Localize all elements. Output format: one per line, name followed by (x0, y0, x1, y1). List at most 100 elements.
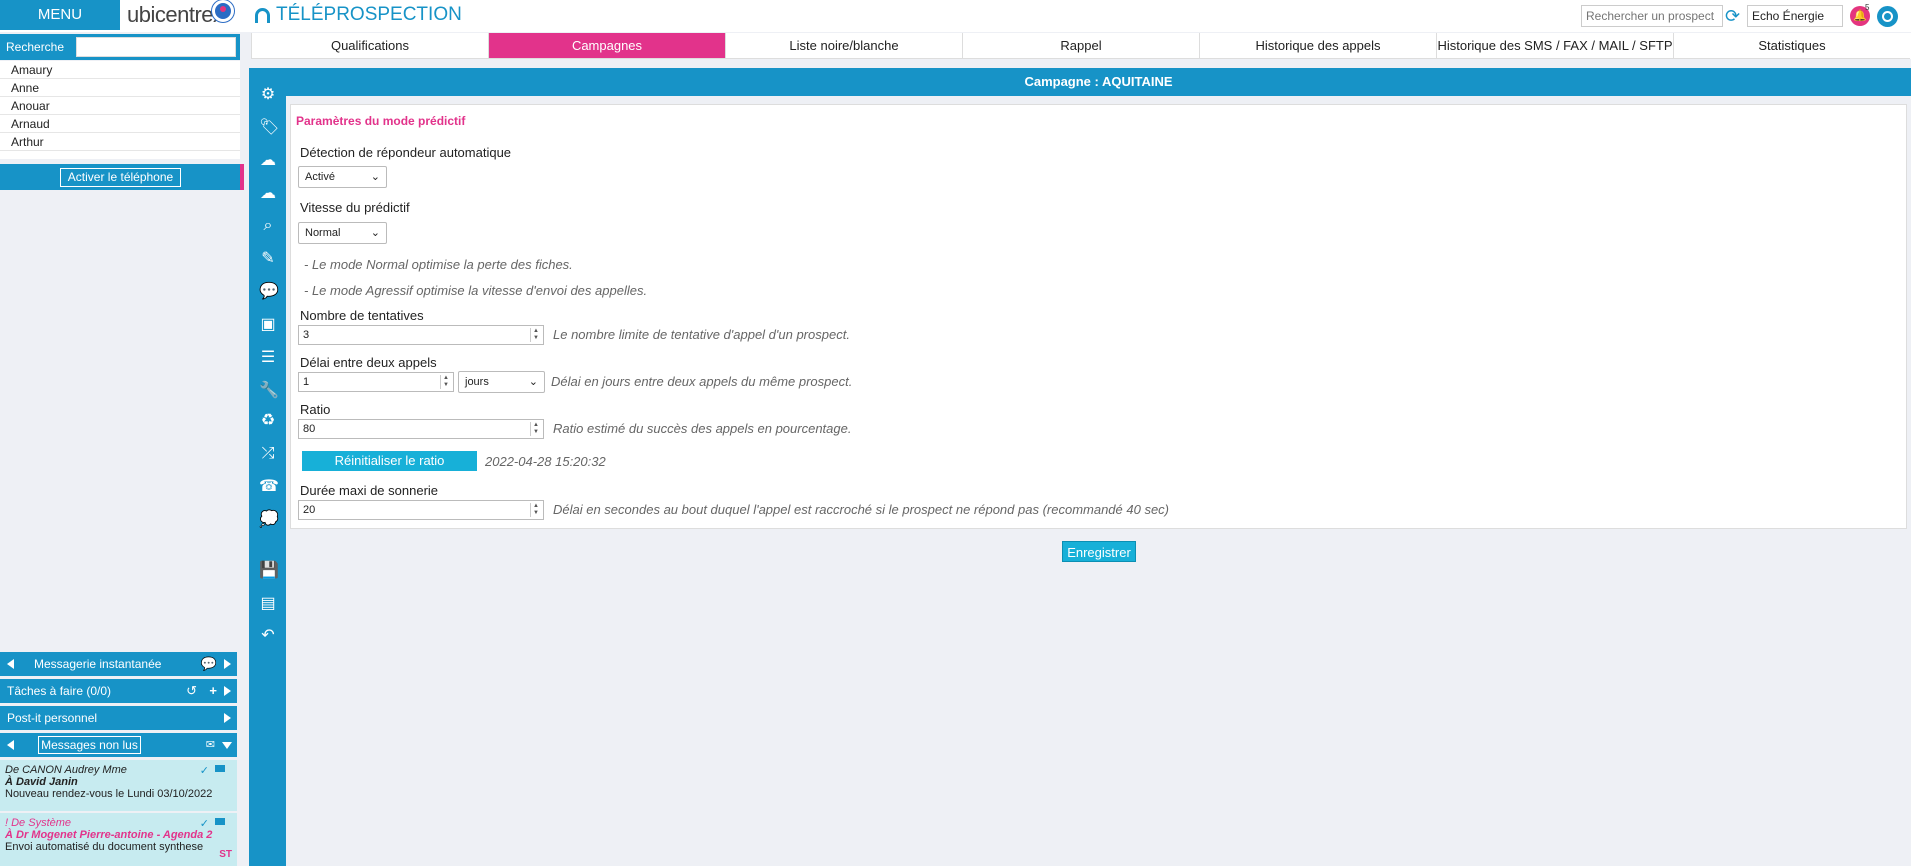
tab-historique-appels[interactable]: Historique des appels (1199, 33, 1436, 59)
history-icon[interactable]: ↺ (186, 683, 197, 699)
stepper-icon[interactable]: ▲ ▼ (530, 328, 541, 342)
recycle-icon[interactable]: ♻ (259, 412, 277, 430)
contact-card-icon[interactable]: ▣ (259, 316, 277, 334)
refresh-icon[interactable]: ⟳ (1725, 7, 1743, 25)
top-bar: MENU GÉNÉRAL ubicentrex TÉLÉPROSPECTION … (0, 0, 1911, 53)
answering-machine-select[interactable]: Activé ⌄ (298, 166, 387, 188)
save-icon[interactable]: 💾 (259, 562, 279, 580)
delay-hint: Délai en jours entre deux appels du même… (551, 374, 853, 389)
collapse-left-icon[interactable] (7, 659, 14, 669)
wrench-icon[interactable]: 🔧 (259, 382, 279, 400)
speech-bubble-icon[interactable]: 💭 (259, 511, 279, 529)
unread-messages-button[interactable]: Messages non lus (38, 736, 141, 754)
phone-icon[interactable]: ☎ (259, 478, 279, 496)
menu-general-button[interactable]: MENU GÉNÉRAL (0, 0, 120, 53)
chevron-down-icon: ⌄ (370, 227, 380, 239)
cloud-download-icon[interactable]: ☁ (259, 152, 277, 170)
contact-list: Amaury Anne Anouar Arnaud Arthur (0, 61, 240, 159)
archive-icon[interactable]: ▤ (259, 595, 277, 613)
tab-rappel[interactable]: Rappel (962, 33, 1199, 59)
logo-mark-icon (212, 0, 234, 22)
expand-right-icon[interactable] (224, 659, 231, 669)
logo: ubicentrex (127, 2, 224, 27)
envelope-icon[interactable] (215, 818, 225, 825)
shuffle-icon[interactable]: ⤮ (259, 445, 277, 463)
expand-right-icon[interactable] (224, 686, 231, 696)
speed-value: Normal (305, 227, 341, 239)
attempts-value: 3 (303, 329, 310, 341)
tab-statistiques[interactable]: Statistiques (1673, 33, 1910, 59)
list-item[interactable]: Anne (0, 79, 240, 97)
ring-duration-input[interactable]: 20 ▲ ▼ (298, 500, 544, 520)
delay-unit-value: jours (465, 376, 489, 388)
search-prospect-input[interactable] (1581, 5, 1723, 27)
chat-icon[interactable]: 💬 (259, 283, 279, 301)
list-item[interactable]: Anouar (0, 97, 240, 115)
collapse-left-icon[interactable] (7, 740, 14, 750)
plus-icon[interactable]: + (209, 683, 217, 699)
message-text: Envoi automatisé du document synthese (5, 841, 204, 853)
check-icon[interactable]: ✓ (200, 817, 209, 830)
ring-hint: Délai en secondes au bout duquel l'appel… (553, 502, 1170, 517)
message-item[interactable]: De CANON Audrey Mme À David Janin Nouvea… (0, 760, 237, 811)
expand-right-icon[interactable] (224, 713, 231, 723)
stepper-icon[interactable]: ▲ ▼ (440, 375, 451, 389)
check-icon[interactable]: ✓ (200, 764, 209, 777)
activate-phone-button[interactable]: Activer le téléphone (60, 168, 181, 187)
search-label: Recherche (6, 40, 65, 54)
app-title-label: TÉLÉPROSPECTION (276, 4, 462, 25)
predictive-settings-card: Paramètres du mode prédictif Détection d… (290, 104, 1907, 529)
tasks-panel[interactable]: Tâches à faire (0/0) ↺ + (0, 679, 237, 703)
delay-unit-select[interactable]: jours ⌄ (458, 371, 545, 393)
chevron-down-icon: ⌄ (528, 376, 538, 388)
message-item[interactable]: ! De Système À Dr Mogenet Pierre-antoine… (0, 813, 237, 866)
ratio-label: Ratio (300, 402, 331, 417)
chevron-down-icon[interactable] (222, 742, 232, 749)
note-aggressive: - Le mode Agressif optimise la vitesse d… (304, 283, 648, 298)
contact-search-bar: Recherche (0, 34, 240, 60)
tab-historique-sms[interactable]: Historique des SMS / FAX / MAIL / SFTP (1436, 33, 1673, 59)
undo-icon[interactable]: ↶ (259, 627, 277, 645)
list-item[interactable]: Arthur (0, 133, 240, 151)
activate-phone-bar: Activer le téléphone (0, 164, 244, 190)
list-item[interactable]: Amaury (0, 61, 240, 79)
help-icon[interactable] (1877, 6, 1898, 27)
ratio-input[interactable]: 80 ▲ ▼ (298, 419, 544, 439)
cloud-upload-icon[interactable]: ☁ (259, 185, 277, 203)
list-item[interactable]: Arnaud (0, 115, 240, 133)
save-button[interactable]: Enregistrer (1062, 541, 1136, 562)
envelope-icon[interactable] (215, 765, 225, 772)
message-from: De CANON Audrey Mme (5, 764, 127, 776)
attempts-input[interactable]: 3 ▲ ▼ (298, 325, 544, 345)
tab-campagnes[interactable]: Campagnes (488, 33, 725, 59)
speed-label: Vitesse du prédictif (300, 200, 410, 215)
list-icon[interactable]: ☰ (259, 349, 277, 367)
stepper-icon[interactable]: ▲ ▼ (530, 422, 541, 436)
reset-ratio-button[interactable]: Réinitialiser le ratio (302, 451, 477, 471)
search-icon[interactable]: ⌕ (259, 217, 277, 235)
company-selector[interactable]: Echo Énergie (1747, 5, 1843, 27)
delay-input[interactable]: 1 ▲ ▼ (298, 372, 454, 392)
campaign-title: Campagne : AQUITAINE (286, 68, 1911, 96)
tab-liste-noire-blanche[interactable]: Liste noire/blanche (725, 33, 962, 59)
message-text: Nouveau rendez-vous le Lundi 03/10/2022 (5, 788, 213, 800)
instant-messaging-label: Messagerie instantanée (34, 657, 162, 671)
tab-qualifications[interactable]: Qualifications (251, 33, 488, 59)
answering-machine-label: Détection de répondeur automatique (300, 145, 512, 160)
delay-value: 1 (303, 376, 310, 388)
instant-messaging-panel[interactable]: Messagerie instantanée 💬 (0, 652, 237, 676)
main-tabs: Qualifications Campagnes Liste noire/bla… (251, 33, 1911, 59)
message-from: ! De Système (5, 817, 72, 829)
left-sidebar: Recherche Amaury Anne Anouar Arnaud Arth… (0, 32, 244, 866)
postit-panel[interactable]: Post-it personnel (0, 706, 237, 730)
edit-icon[interactable]: ✎ (259, 250, 277, 268)
stepper-icon[interactable]: ▲ ▼ (530, 503, 541, 517)
tags-icon[interactable]: 🏷 (259, 119, 279, 137)
notification-badge: 5 (1865, 3, 1870, 12)
contact-search-input[interactable] (76, 37, 236, 57)
gear-icon[interactable]: ⚙ (259, 86, 277, 104)
speed-select[interactable]: Normal ⌄ (298, 222, 387, 244)
ring-label: Durée maxi de sonnerie (300, 483, 439, 498)
note-normal: - Le mode Normal optimise la perte des f… (304, 257, 573, 272)
chat-icon: 💬 (200, 656, 217, 671)
